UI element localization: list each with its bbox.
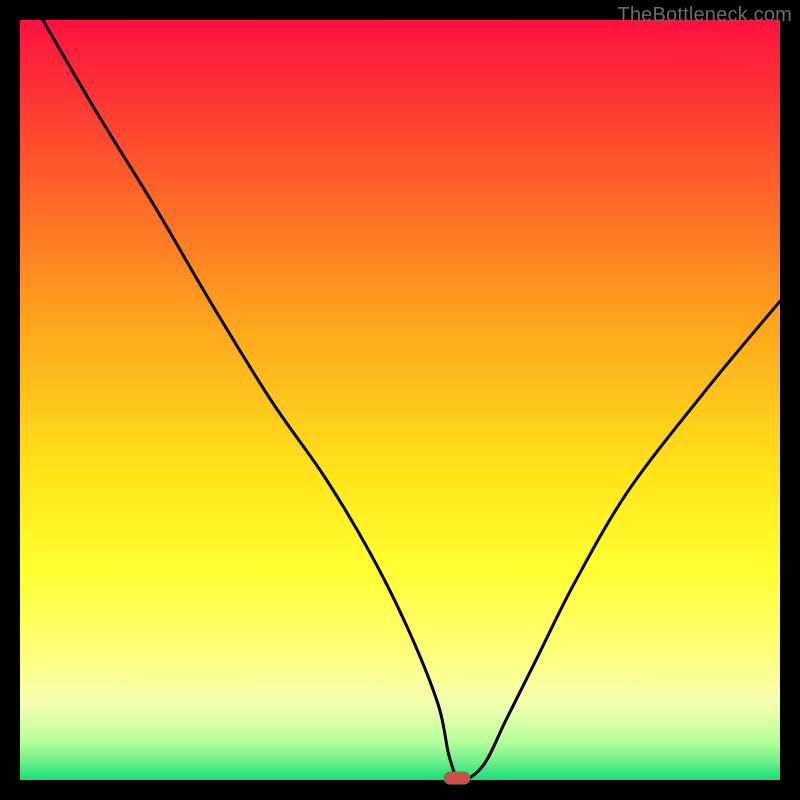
chart-svg	[0, 0, 800, 800]
optimal-marker	[444, 772, 470, 784]
plot-area	[20, 20, 780, 780]
attribution-text: TheBottleneck.com	[617, 4, 792, 27]
bottleneck-chart: TheBottleneck.com	[0, 0, 800, 800]
